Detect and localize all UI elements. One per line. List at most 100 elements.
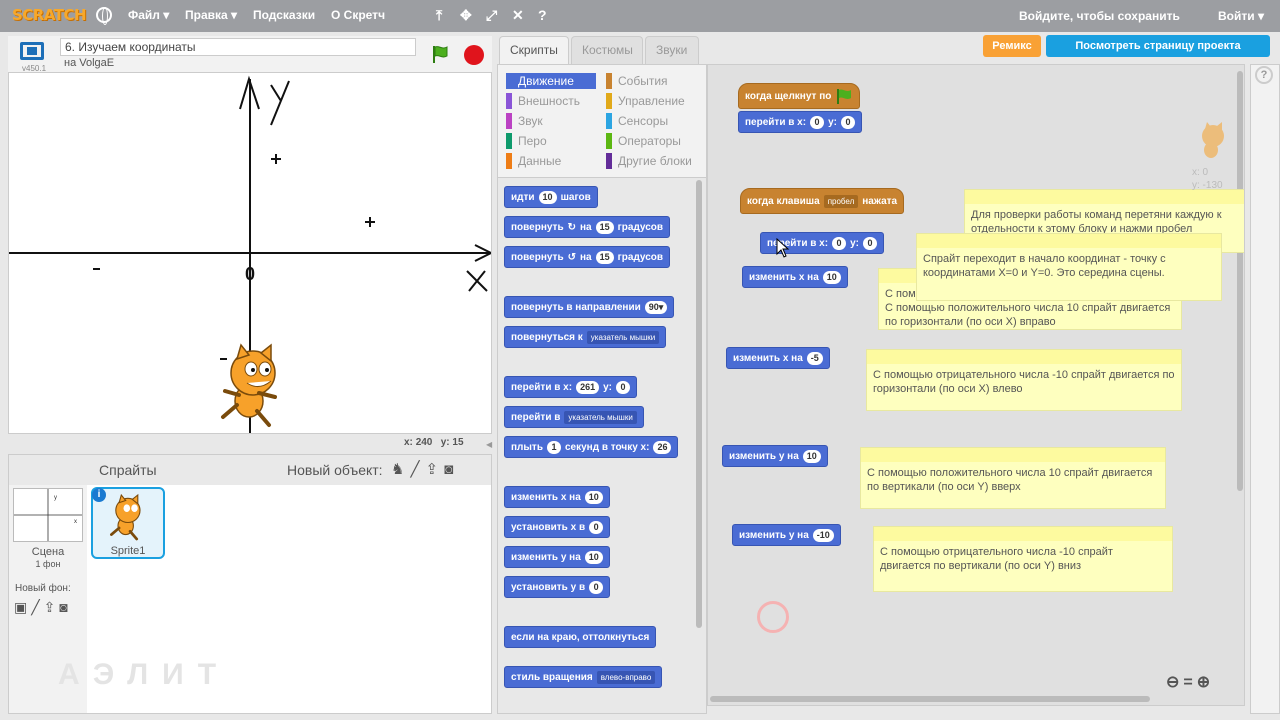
menu-about[interactable]: О Скретч — [331, 8, 385, 22]
green-flag-icon[interactable] — [430, 44, 450, 64]
block-change-x-minus5[interactable]: изменить х на -5 — [726, 347, 830, 369]
project-author: на VolgaE — [64, 57, 115, 69]
block-change-y-10[interactable]: изменить у на 10 — [722, 445, 828, 467]
backdrop-library-icon[interactable]: ▣ — [14, 599, 31, 615]
stage-canvas[interactable]: 0 — [8, 72, 494, 434]
block-point-towards[interactable]: повернуться к указатель мышки — [504, 326, 667, 348]
tab-sounds[interactable]: Звуки — [645, 36, 699, 64]
scene-label: Сцена — [31, 546, 65, 558]
scripts-horizontal-scrollbar[interactable] — [710, 696, 1150, 702]
stage-panel: v450.1 6. Изучаем координаты на VolgaE 0… — [8, 36, 494, 452]
editor-tabs: Скрипты Костюмы Звуки — [497, 36, 707, 64]
help-strip — [1250, 64, 1280, 714]
block-goto-xy[interactable]: перейти в x: 261 y: 0 — [504, 376, 637, 398]
backdrop-camera-icon[interactable]: ◙ — [59, 599, 71, 615]
scene-thumbnail[interactable]: y x — [13, 488, 83, 542]
mouse-y-label: y: — [440, 437, 450, 448]
new-backdrop-tools: ▣╱⇪◙ — [14, 599, 72, 616]
menu-bar: SCRATCH Файл ▾ Правка ▾ Подсказки О Скре… — [0, 0, 1280, 32]
category-more-blocks[interactable]: Другие блоки — [606, 153, 692, 169]
category-motion[interactable]: Движение — [506, 73, 596, 89]
green-flag-icon — [837, 89, 852, 104]
help-icon[interactable]: ? — [1255, 66, 1273, 84]
camera-icon[interactable]: ◙ — [444, 461, 459, 478]
comment-note-2[interactable]: Спрайт переходит в начало координат - то… — [916, 233, 1222, 301]
menu-tips[interactable]: Подсказки — [253, 8, 315, 22]
block-turn-right[interactable]: повернуть ↻ на 15 градусов — [504, 216, 671, 238]
category-sound[interactable]: Звук — [506, 113, 543, 129]
collapse-arrow-icon[interactable]: ◀ — [486, 440, 492, 449]
sprite-corner-cat-icon — [1202, 122, 1224, 158]
language-globe-icon[interactable] — [96, 7, 112, 25]
scratch-logo[interactable]: SCRATCH — [12, 6, 87, 24]
block-when-flag-clicked[interactable]: когда щелкнут по — [738, 83, 861, 109]
login-to-save-text[interactable]: Войдите, чтобы сохранить — [1019, 9, 1180, 23]
menu-edit[interactable]: Правка ▾ — [185, 8, 237, 22]
scene-backdrop-count: 1 фон — [35, 559, 61, 569]
zoom-reset-icon[interactable]: = — [1183, 674, 1196, 691]
block-glide[interactable]: плыть 1 секунд в точку x: 26 — [504, 436, 679, 458]
origin-label: 0 — [245, 264, 255, 284]
login-button[interactable]: Войти ▾ — [1218, 9, 1264, 23]
shrink-icon[interactable]: ✕ — [512, 7, 524, 24]
turn-left-icon: ↺ — [567, 251, 576, 263]
tab-scripts[interactable]: Скрипты — [499, 36, 569, 64]
sprite1-thumbnail[interactable]: i Sprite1 — [91, 487, 165, 559]
zoom-out-icon[interactable]: ⊖ — [1166, 674, 1183, 691]
block-change-y[interactable]: изменить у на 10 — [504, 546, 610, 568]
block-rotation-style[interactable]: стиль вращения влево-вправо — [504, 666, 663, 688]
block-bounce-on-edge[interactable]: если на краю, оттолкнуться — [504, 626, 657, 648]
sprite-y: y: -130 — [1192, 180, 1223, 191]
upload-icon[interactable]: ⇪ — [425, 461, 444, 478]
palette-scrollbar[interactable] — [696, 180, 702, 628]
mouse-coordinates: x: 240 y: 15 — [404, 437, 464, 448]
mouse-x-value: 240 — [415, 437, 433, 448]
block-change-x[interactable]: изменить х на 10 — [504, 486, 610, 508]
backdrop-paint-icon[interactable]: ╱ — [31, 599, 43, 615]
category-events[interactable]: События — [606, 73, 668, 89]
project-title-input[interactable]: 6. Изучаем координаты — [60, 38, 416, 56]
category-operators[interactable]: Операторы — [606, 133, 681, 149]
info-icon[interactable]: i — [92, 488, 106, 502]
grow-icon[interactable]: ⤢ — [486, 7, 497, 24]
watermark: АЭЛИТ — [58, 658, 231, 691]
project-buttons: Ремикс Посмотреть страницу проекта — [983, 35, 1273, 59]
comment-note-4[interactable]: С помощью отрицательного числа -10 спрай… — [866, 349, 1182, 411]
block-help-icon[interactable]: ? — [538, 7, 547, 23]
category-pen[interactable]: Перо — [506, 133, 547, 149]
block-change-x-10[interactable]: изменить х на 10 — [742, 266, 848, 288]
paint-brush-icon[interactable]: ╱ — [410, 461, 425, 478]
stop-sign-icon[interactable] — [464, 45, 484, 65]
sprite-info-corner: x: 0 y: -130 — [1192, 122, 1232, 192]
block-when-key-pressed[interactable]: когда клавиша пробел нажата — [740, 188, 905, 214]
block-move-steps[interactable]: идти 10 шагов — [504, 186, 598, 208]
delete-scissors-icon[interactable]: ✥ — [460, 7, 472, 24]
sprites-title: Спрайты — [99, 462, 157, 478]
category-control[interactable]: Управление — [606, 93, 685, 109]
turn-right-icon: ↻ — [567, 221, 576, 233]
block-set-x[interactable]: установить х в0 — [504, 516, 611, 538]
block-set-y[interactable]: установить у в0 — [504, 576, 611, 598]
tab-costumes[interactable]: Костюмы — [571, 36, 643, 64]
fullscreen-icon[interactable] — [20, 42, 44, 60]
block-point-in-direction[interactable]: повернуть в направлении 90▾ — [504, 296, 675, 318]
category-looks[interactable]: Внешность — [506, 93, 580, 109]
sprite-library-icon[interactable]: ♞ — [391, 461, 410, 478]
mouse-cursor-icon — [776, 238, 790, 258]
block-change-y-minus10[interactable]: изменить у на -10 — [732, 524, 841, 546]
palette-blocks: идти 10 шагов повернуть ↻ на 15 градусов повер… — [498, 177, 706, 713]
see-project-page-button[interactable]: Посмотреть страницу проекта — [1046, 35, 1270, 57]
zoom-in-icon[interactable]: ⊕ — [1197, 674, 1214, 691]
remix-button[interactable]: Ремикс — [983, 35, 1041, 57]
scripts-vertical-scrollbar[interactable] — [1237, 71, 1243, 491]
comment-note-5[interactable]: С помощью положительного числа 10 спрайт… — [860, 447, 1166, 509]
block-goto-xy[interactable]: перейти в x: 0 y: 0 — [738, 111, 862, 133]
category-sensing[interactable]: Сенсоры — [606, 113, 668, 129]
block-goto[interactable]: перейти в указатель мышки — [504, 406, 644, 428]
backdrop-upload-icon[interactable]: ⇪ — [44, 599, 60, 615]
block-turn-left[interactable]: повернуть ↺ на 15 градусов — [504, 246, 671, 268]
category-data[interactable]: Данные — [506, 153, 561, 169]
menu-file[interactable]: Файл ▾ — [128, 8, 169, 22]
duplicate-stamp-icon[interactable]: ⤒ — [436, 7, 442, 24]
comment-note-6[interactable]: С помощью отрицательного числа -10 спрай… — [873, 526, 1173, 592]
